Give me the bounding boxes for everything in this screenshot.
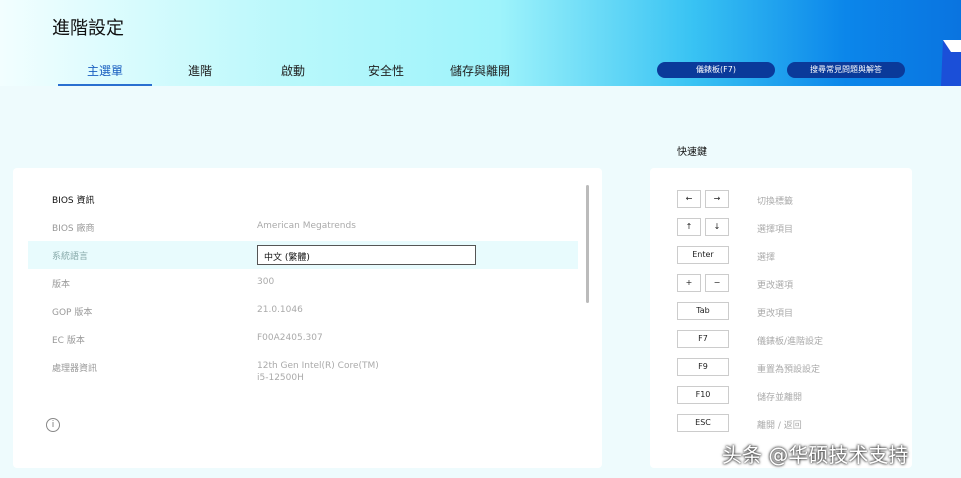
header: 進階設定 主選單 進階 啟動 安全性 儲存與離開 儀錶板(F7) 搜尋常見問題與…: [0, 0, 961, 86]
version-value: 300: [257, 277, 275, 287]
hotkey-description: 儲存並離開: [757, 393, 803, 403]
key-cap: ↓: [705, 218, 729, 236]
key-cap: →: [705, 190, 729, 208]
tab-security[interactable]: 安全性: [356, 62, 416, 86]
processor-label: 處理器資訊: [52, 364, 98, 374]
hotkey-description: 選擇項目: [757, 225, 794, 235]
scrollbar[interactable]: [586, 185, 589, 303]
hotkey-description: 離開 / 返回: [757, 421, 802, 431]
key-cap: F10: [677, 386, 729, 404]
hotkey-description: 更改項目: [757, 309, 794, 319]
gop-version-label: GOP 版本: [52, 308, 93, 318]
key-cap: ↑: [677, 218, 701, 236]
bios-vendor-value: American Megatrends: [257, 221, 356, 231]
key-cap: F7: [677, 330, 729, 348]
gop-version-value: 21.0.1046: [257, 305, 303, 315]
hotkey-description: 儀錶板/進階設定: [757, 337, 824, 347]
processor-value: 12th Gen Intel(R) Core(TM): [257, 361, 379, 371]
faq-button[interactable]: 搜尋常見問題與解答: [787, 62, 905, 78]
ec-version-label: EC 版本: [52, 336, 85, 346]
key-cap: −: [705, 274, 729, 292]
info-icon[interactable]: i: [46, 418, 60, 432]
section-title: BIOS 資訊: [52, 196, 95, 206]
system-language-select[interactable]: 中文 (繁體): [257, 245, 476, 265]
corner-decoration-icon: [941, 40, 961, 86]
page-title: 進階設定: [52, 18, 124, 39]
hotkey-description: 重置為預設設定: [757, 365, 821, 375]
key-cap: Enter: [677, 246, 729, 264]
hotkey-description: 選擇: [757, 253, 776, 263]
tab-main[interactable]: 主選單: [58, 62, 152, 86]
hotkey-description: 切換標籤: [757, 197, 794, 207]
key-cap: ←: [677, 190, 701, 208]
key-cap: Tab: [677, 302, 729, 320]
dashboard-button[interactable]: 儀錶板(F7): [657, 62, 775, 78]
tab-boot[interactable]: 啟動: [263, 62, 323, 86]
processor-value-line2: i5-12500H: [257, 373, 304, 383]
bios-info-panel: [13, 168, 602, 468]
version-label: 版本: [52, 280, 71, 290]
tab-save-exit[interactable]: 儲存與離開: [440, 62, 520, 86]
bios-vendor-label: BIOS 廠商: [52, 224, 95, 234]
hotkey-description: 更改選項: [757, 281, 794, 291]
tab-advanced[interactable]: 進階: [170, 62, 230, 86]
watermark: 头条 @华硕技术支持: [722, 443, 909, 467]
key-cap: F9: [677, 358, 729, 376]
key-cap: +: [677, 274, 701, 292]
ec-version-value: F00A2405.307: [257, 333, 323, 343]
hotkeys-title: 快速鍵: [677, 147, 707, 158]
system-language-label: 系統語言: [52, 252, 89, 262]
key-cap: ESC: [677, 414, 729, 432]
